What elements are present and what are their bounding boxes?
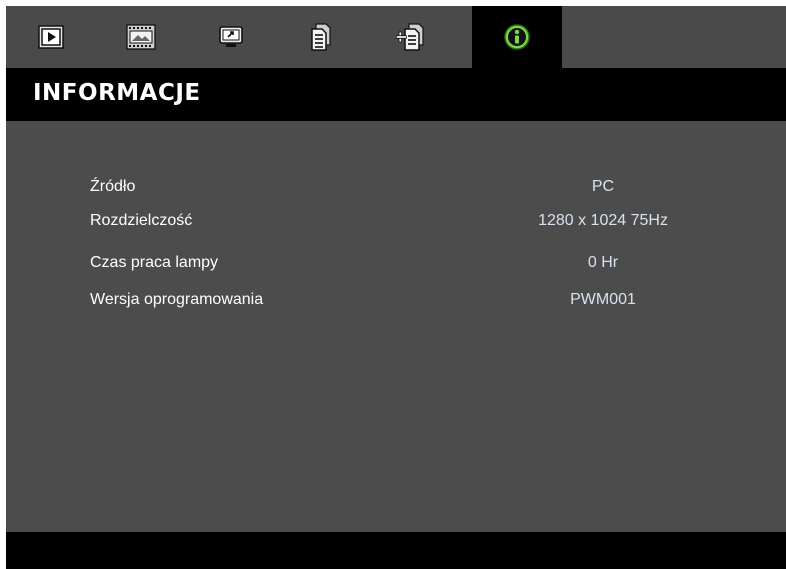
- info-label: Rozdzielczość: [90, 212, 193, 229]
- info-row-resolution: Rozdzielczość 1280 x 1024 75Hz: [6, 208, 786, 238]
- footer-bar: [6, 532, 786, 569]
- document-add-icon: [396, 23, 424, 51]
- document-icon: [311, 23, 331, 51]
- info-label: Czas praca lampy: [90, 254, 219, 271]
- play-screen-icon: [38, 25, 64, 49]
- info-panel: Źródło PC Rozdzielczość 1280 x 1024 75Hz…: [6, 121, 786, 532]
- info-value: 1280 x 1024 75Hz: [538, 212, 668, 229]
- tab-setup[interactable]: [276, 6, 366, 68]
- info-value: PC: [591, 178, 615, 195]
- info-icon: [504, 24, 530, 50]
- info-row-firmware: Wersja oprogramowania PWM001: [6, 287, 786, 317]
- tab-picture[interactable]: [96, 6, 186, 68]
- tab-image-input[interactable]: [6, 6, 96, 68]
- page-title: INFORMACJE: [33, 80, 201, 106]
- tab-display[interactable]: [186, 6, 276, 68]
- display-settings-icon: [219, 26, 243, 47]
- tab-advanced-setup[interactable]: [366, 6, 456, 68]
- info-value: PWM001: [570, 291, 636, 308]
- info-value: 0 Hr: [587, 254, 619, 271]
- tab-information[interactable]: [472, 6, 562, 68]
- film-image-icon: [126, 24, 156, 50]
- info-row-source: Źródło PC: [6, 174, 786, 204]
- info-label: Źródło: [90, 178, 136, 195]
- info-label: Wersja oprogramowania: [90, 291, 264, 308]
- page-header: INFORMACJE: [6, 68, 786, 121]
- tab-bar: [6, 6, 786, 68]
- info-row-lamp-hours: Czas praca lampy 0 Hr: [6, 250, 786, 280]
- osd-menu: INFORMACJE Źródło PC Rozdzielczość 1280 …: [6, 6, 786, 569]
